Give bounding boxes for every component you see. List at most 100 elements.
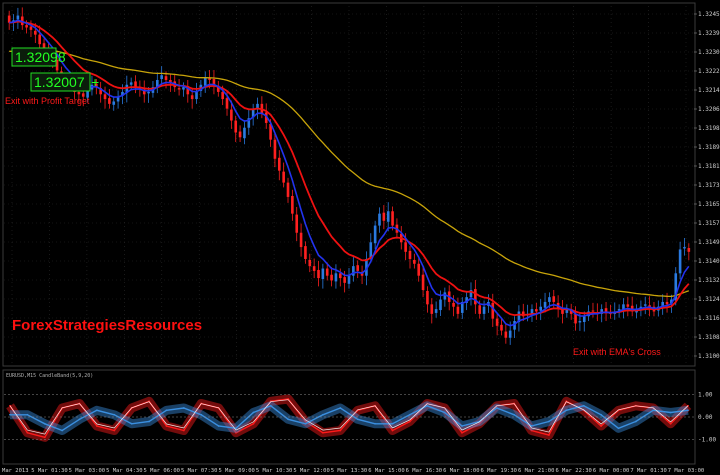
candle-bull	[443, 292, 447, 300]
x-tick-label: 6 Mar 19:30	[481, 468, 517, 474]
indicator-point	[495, 407, 498, 409]
candle-bull	[439, 299, 442, 311]
candle-bull	[543, 301, 547, 308]
indicator-point	[461, 425, 463, 427]
candle-bear	[626, 304, 630, 307]
y-tick-label: 1.31325	[698, 277, 720, 284]
candle-bull	[160, 75, 163, 80]
indicator-point	[582, 404, 585, 407]
indicator-point	[287, 418, 290, 421]
y-tick-label: 1.31570	[698, 220, 720, 227]
candle-bear	[190, 95, 194, 100]
candle-bear	[225, 98, 229, 109]
y-tick-label: 1.31815	[698, 163, 720, 170]
candle-bear	[456, 306, 460, 314]
candle-bear	[103, 94, 107, 100]
x-tick-label: 5 Mar 06:00	[144, 468, 180, 474]
indicator-point	[61, 429, 64, 432]
indicator-point	[652, 409, 655, 412]
candle-bear	[478, 305, 482, 314]
candle-bull	[539, 306, 543, 311]
indicator-point	[26, 413, 29, 416]
y-tick-label: 1.31165	[698, 315, 720, 322]
x-tick-label: 6 Mar 00:00	[593, 468, 629, 474]
price-chart[interactable]: 1.32450 1.32390 1.32305 1.32225 1.32140 1.320…	[0, 0, 720, 475]
candle-bear	[177, 88, 181, 90]
x-tick-label: 5 Mar 13:30	[331, 468, 367, 474]
svg-text:1.32007: 1.32007	[34, 74, 85, 90]
indicator-point	[356, 418, 359, 421]
candle-bear	[665, 301, 669, 305]
y-tick-label: 1.31000	[698, 353, 720, 360]
candle-bull	[147, 91, 150, 94]
indicator-point	[600, 425, 602, 427]
candle-bull	[482, 306, 486, 314]
candle-bear	[230, 109, 233, 121]
candle-bear	[291, 195, 294, 214]
indicator-point	[322, 431, 324, 434]
x-tick-label: 5 Mar 10:30	[256, 468, 292, 474]
y-tick-label: 1.31490	[698, 239, 720, 246]
indicator-point	[669, 422, 672, 425]
candle-bear	[604, 308, 608, 312]
candle-bear	[312, 266, 316, 271]
candle-bear	[330, 274, 333, 281]
candle-bull	[373, 225, 377, 244]
x-tick-label: 6 Mar 16:30	[406, 468, 442, 474]
indicator-point	[96, 409, 98, 412]
candle-bear	[299, 232, 303, 248]
candle-bear	[77, 91, 81, 95]
candle-bear	[343, 277, 346, 283]
candle-bear	[426, 290, 429, 305]
x-tick-label: 7 Mar 03:00	[668, 468, 704, 474]
indicator-point	[113, 413, 116, 416]
x-tick-label: 6 Mar 18:00	[443, 468, 479, 474]
candle-bull	[683, 247, 686, 249]
candle-bear	[164, 76, 168, 80]
indicator-point	[461, 431, 463, 434]
candle-bear	[38, 34, 41, 45]
exit-ema-annotation: Exit with EMA's Cross	[573, 347, 661, 357]
x-tick-label: 5 Mar 12:00	[293, 468, 329, 474]
indicator-point	[408, 420, 411, 423]
indicator-point	[165, 409, 168, 412]
x-tick-label: 5 Mar 09:00	[218, 468, 254, 474]
x-tick-label: 5 Mar 04:30	[106, 468, 142, 474]
x-tick-label: 6 Mar 15:00	[368, 468, 404, 474]
indicator-point	[130, 422, 133, 425]
y-tick-label: 1.31650	[698, 201, 720, 208]
indicator-point	[339, 407, 342, 409]
price-box-2: 1.32007 +	[30, 72, 99, 92]
candle-bear	[687, 248, 691, 252]
y-axis: 1.32450 1.32390 1.32305 1.32225 1.32140 1.320…	[694, 11, 720, 360]
candle-bear	[452, 302, 455, 307]
candle-bear	[574, 313, 577, 324]
candle-bull	[582, 316, 586, 322]
candle-bull	[203, 77, 207, 86]
candle-bear	[404, 242, 407, 252]
y-tick-label: 1.31735	[698, 182, 720, 189]
indicator-point	[634, 420, 637, 423]
candle-bull	[347, 275, 351, 284]
x-axis: 5 Mar 20135 Mar 01:305 Mar 03:005 Mar 04…	[0, 468, 704, 474]
candle-bear	[295, 214, 299, 233]
indicator-point	[565, 409, 568, 412]
indicator-point	[687, 409, 689, 412]
candle-bull	[195, 91, 198, 100]
candle-bull	[386, 211, 390, 222]
candle-bear	[474, 289, 477, 305]
brand-watermark: ForexStrategiesResources	[12, 317, 202, 334]
candle-bull	[643, 304, 647, 306]
indicator-point	[217, 425, 220, 427]
price-box-1: 1.32098	[11, 47, 66, 67]
main-panel-frame	[2, 2, 696, 367]
candle-bull	[16, 15, 20, 20]
level-label: 1.00	[698, 392, 713, 399]
candle-bear	[273, 139, 277, 159]
x-tick-label: 5 Mar 03:00	[69, 468, 105, 474]
x-tick-label: 5 Mar 01:30	[31, 468, 67, 474]
level-label: 0.00	[698, 414, 713, 421]
y-tick-label: 1.31895	[698, 144, 720, 151]
x-tick-label: 6 Mar 22:30	[555, 468, 591, 474]
svg-text:1.32098: 1.32098	[15, 49, 66, 65]
